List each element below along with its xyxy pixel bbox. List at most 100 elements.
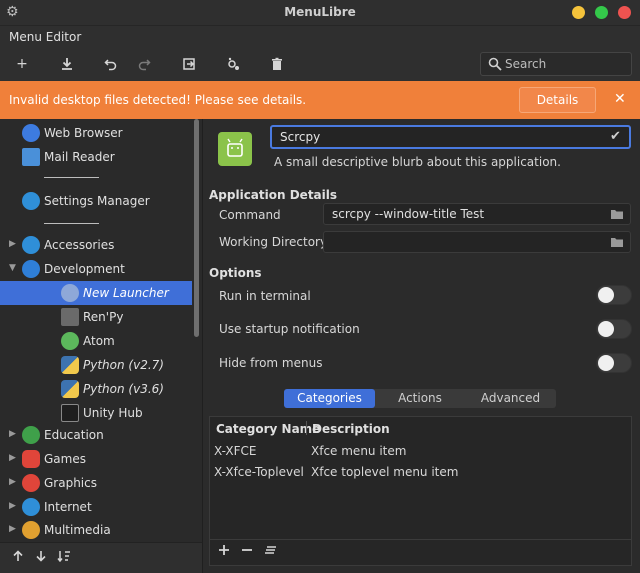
tree-item-multimedia[interactable]: ▶ Multimedia [0, 518, 192, 542]
menu-editor-menu[interactable]: Menu Editor [9, 30, 81, 44]
minimize-button[interactable] [572, 6, 585, 19]
app-icon-button[interactable] [218, 132, 252, 166]
check-icon[interactable]: ✔ [610, 129, 621, 144]
graphics-icon [22, 474, 40, 492]
column-header-category-name[interactable]: Category Name [216, 422, 320, 436]
move-up-button[interactable] [10, 550, 26, 566]
launcher-comment[interactable]: A small descriptive blurb about this app… [274, 155, 561, 169]
sort-icon [57, 551, 70, 563]
working-directory-label: Working Directory [219, 235, 328, 249]
execute-button[interactable] [222, 54, 244, 74]
tree-item-web-browser[interactable]: Web Browser [0, 121, 192, 145]
expand-arrow-icon[interactable]: ▶ [9, 501, 16, 511]
command-label: Command [219, 208, 281, 222]
tree-item-settings-manager[interactable]: Settings Manager [0, 189, 192, 213]
search-input[interactable] [505, 55, 625, 73]
tree-item-python-36[interactable]: Python (v3.6) [0, 377, 192, 401]
globe-icon [22, 124, 40, 142]
sort-button[interactable] [56, 550, 72, 566]
title-bar: ⚙ MenuLibre [0, 0, 640, 26]
python-icon [61, 356, 79, 374]
settings-icon [22, 192, 40, 210]
categories-controls [209, 540, 632, 566]
switch-knob [598, 355, 614, 371]
expand-arrow-icon[interactable]: ▶ [9, 524, 16, 534]
redo-button[interactable] [133, 54, 155, 74]
launcher-name-field[interactable]: ✔ [270, 125, 631, 149]
tree-item-mail-reader[interactable]: Mail Reader [0, 145, 192, 169]
run-in-terminal-switch[interactable] [596, 285, 632, 305]
expand-arrow-icon[interactable]: ▶ [9, 453, 16, 463]
trash-icon [272, 57, 282, 70]
tree-item-development[interactable]: ▼ Development [0, 257, 192, 281]
launcher-editor: ✔ A small descriptive blurb about this a… [204, 119, 640, 573]
menu-tree: Web Browser Mail Reader Settings Manager… [0, 119, 203, 542]
tree-item-atom[interactable]: Atom [0, 329, 192, 353]
expand-arrow-icon[interactable]: ▶ [9, 429, 16, 439]
hide-from-menus-switch[interactable] [596, 353, 632, 373]
folder-icon[interactable] [610, 208, 624, 220]
android-icon [227, 138, 243, 157]
execute-icon [228, 57, 239, 70]
tab-categories[interactable]: Categories [284, 389, 375, 408]
plus-icon [219, 545, 229, 555]
move-down-button[interactable] [33, 550, 49, 566]
tree-item-renpy[interactable]: Ren'Py [0, 305, 192, 329]
search-icon [488, 57, 502, 71]
startup-notification-switch[interactable] [596, 319, 632, 339]
working-directory-input[interactable] [332, 234, 602, 250]
tree-item-internet[interactable]: ▶ Internet [0, 495, 192, 519]
infobar-message: Invalid desktop files detected! Please s… [9, 93, 307, 107]
search-box[interactable] [480, 52, 632, 76]
separator [44, 177, 99, 178]
delete-button[interactable] [266, 54, 288, 74]
clear-categories-button[interactable] [263, 544, 279, 560]
revert-button[interactable] [178, 54, 200, 74]
tab-advanced[interactable]: Advanced [465, 389, 556, 408]
details-button[interactable]: Details [519, 87, 596, 113]
add-button[interactable]: + [11, 54, 33, 74]
folder-icon[interactable] [610, 236, 624, 248]
unity-icon [61, 404, 79, 422]
remove-category-button[interactable] [239, 544, 255, 560]
hide-from-menus-label: Hide from menus [219, 356, 323, 370]
atom-icon [61, 332, 79, 350]
undo-icon [104, 59, 117, 71]
command-input[interactable] [332, 206, 602, 222]
close-window-button[interactable] [618, 6, 631, 19]
minus-icon [242, 549, 252, 551]
tree-item-python-27[interactable]: Python (v2.7) [0, 353, 192, 377]
save-button[interactable] [56, 54, 78, 74]
options-heading: Options [209, 266, 262, 280]
launcher-name-input[interactable] [280, 129, 600, 145]
categories-table: Category Name Description X-XFCE Xfce me… [209, 416, 632, 540]
add-category-button[interactable] [216, 544, 232, 560]
expand-arrow-icon[interactable]: ▶ [9, 239, 16, 249]
window-title: MenuLibre [284, 5, 356, 19]
games-icon [22, 450, 40, 468]
command-field[interactable] [323, 203, 631, 225]
close-infobar-icon[interactable]: ✕ [614, 91, 626, 107]
expand-arrow-icon[interactable]: ▶ [9, 477, 16, 487]
plus-icon: + [16, 56, 28, 72]
tab-actions[interactable]: Actions [375, 389, 465, 408]
category-description-cell: Xfce menu item [311, 444, 407, 458]
tree-item-accessories[interactable]: ▶ Accessories [0, 233, 192, 257]
tree-item-education[interactable]: ▶ Education [0, 423, 192, 447]
column-header-description[interactable]: Description [312, 422, 390, 436]
undo-button[interactable] [100, 54, 122, 74]
tree-item-unity-hub[interactable]: Unity Hub [0, 401, 192, 425]
maximize-button[interactable] [595, 6, 608, 19]
category-description-cell: Xfce toplevel menu item [311, 465, 459, 479]
tree-item-games[interactable]: ▶ Games [0, 447, 192, 471]
working-directory-field[interactable] [323, 231, 631, 253]
tree-item-new-launcher[interactable]: New Launcher [0, 281, 192, 305]
clear-icon [265, 546, 276, 554]
collapse-arrow-icon[interactable]: ▼ [9, 263, 16, 273]
redo-icon [138, 59, 151, 71]
sidebar-scrollbar[interactable] [194, 119, 199, 337]
tree-item-graphics[interactable]: ▶ Graphics [0, 471, 192, 495]
python-icon [61, 380, 79, 398]
development-icon [22, 260, 40, 278]
download-icon [62, 58, 72, 70]
